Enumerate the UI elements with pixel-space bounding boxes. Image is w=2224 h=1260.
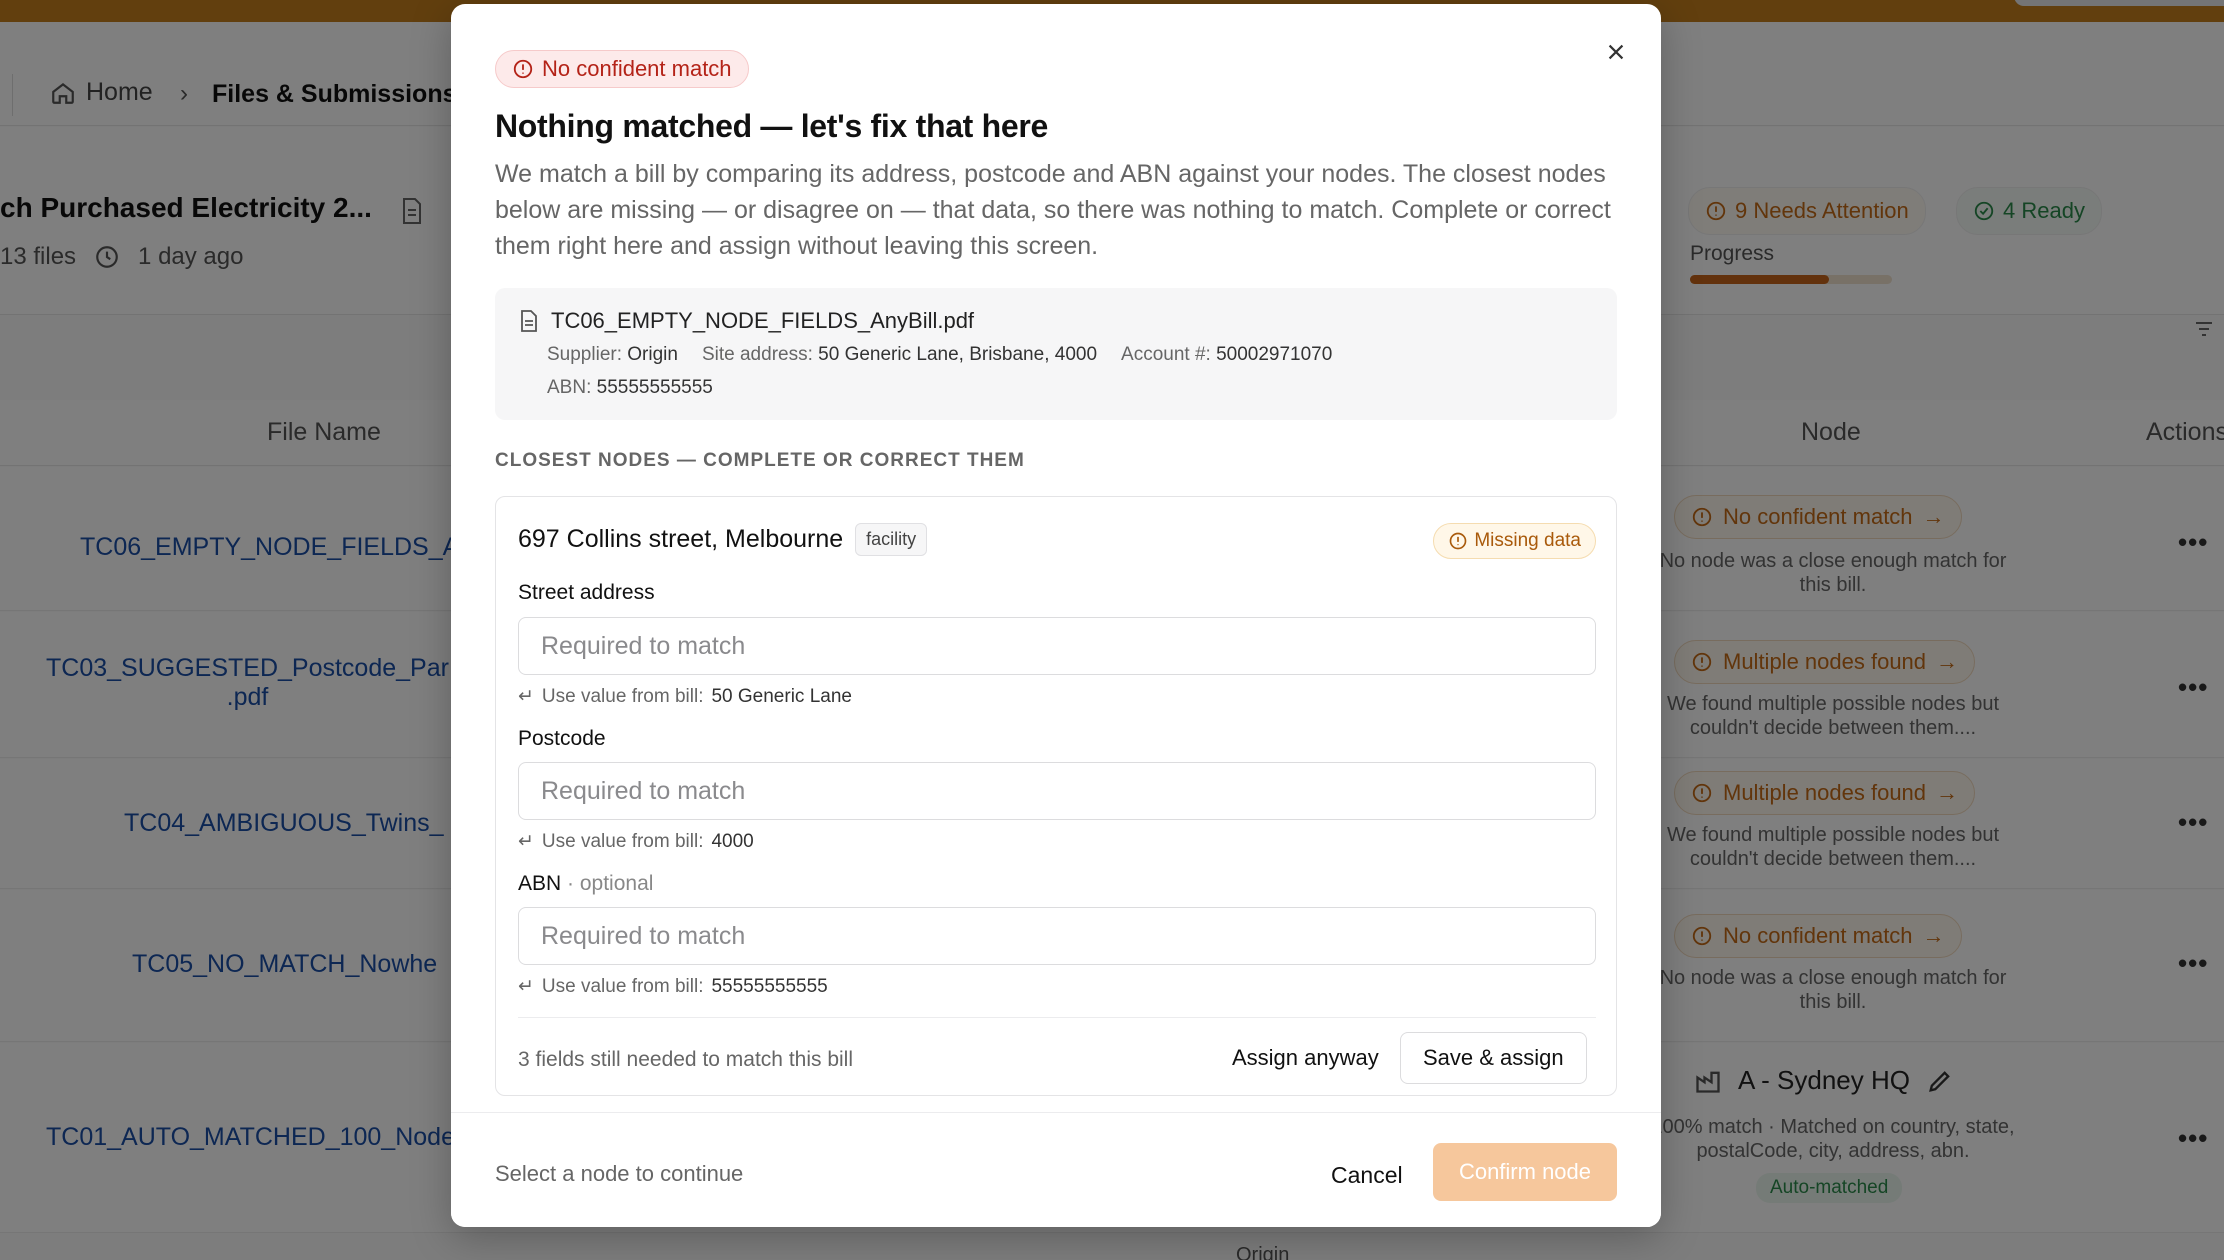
hint-value: 4000: [711, 830, 754, 852]
bill-file-card: TC06_EMPTY_NODE_FIELDS_AnyBill.pdf Suppl…: [495, 288, 1617, 420]
hint-label: Use value from bill:: [541, 685, 704, 707]
bill-site-address: Site address: 50 Generic Lane, Brisbane,…: [702, 344, 1097, 366]
fields-needed-text: 3 fields still needed to match this bill: [518, 1048, 854, 1071]
alert-circle-icon: [1449, 532, 1467, 550]
abn-input[interactable]: [518, 907, 1596, 965]
missing-data-badge: Missing data: [1433, 523, 1596, 559]
return-arrow-icon: ↵: [518, 976, 534, 997]
node-title: 697 Collins street, Melbourne: [518, 525, 844, 553]
street-use-bill-value[interactable]: ↵ Use value from bill: 50 Generic Lane: [518, 685, 852, 708]
closest-nodes-heading: CLOSEST NODES — COMPLETE OR CORRECT THEM: [495, 450, 1025, 471]
hint-value: 50 Generic Lane: [711, 685, 852, 707]
postcode-label: Postcode: [518, 727, 606, 750]
hint-value: 55555555555: [711, 975, 828, 997]
street-address-label: Street address: [518, 581, 655, 604]
bill-details: Supplier: Origin Site address: 50 Generi…: [547, 344, 1332, 366]
abn-label-text: ABN: [518, 872, 562, 895]
hint-label: Use value from bill:: [541, 975, 704, 997]
bill-supplier-value: Origin: [627, 344, 678, 365]
bill-supplier-label: Supplier:: [547, 344, 622, 365]
missing-data-label: Missing data: [1474, 530, 1581, 551]
bill-account-label: Account #:: [1121, 344, 1211, 365]
match-node-dialog: No confident match Nothing matched — let…: [451, 4, 1661, 1227]
dialog-footer: Select a node to continue Cancel Confirm…: [451, 1112, 1661, 1227]
bill-file-name-label: TC06_EMPTY_NODE_FIELDS_AnyBill.pdf: [551, 308, 975, 333]
postcode-use-bill-value[interactable]: ↵ Use value from bill: 4000: [518, 830, 754, 853]
node-card-footer: 3 fields still needed to match this bill…: [518, 1017, 1596, 1095]
bill-file-name: TC06_EMPTY_NODE_FIELDS_AnyBill.pdf: [519, 308, 974, 334]
bill-abn-value: 55555555555: [596, 377, 713, 398]
street-address-input[interactable]: [518, 617, 1596, 675]
cancel-button[interactable]: Cancel: [1311, 1147, 1423, 1203]
dialog-description: We match a bill by comparing its address…: [495, 160, 1611, 260]
node-card-header: 697 Collins street, Melbourne facility: [518, 523, 928, 556]
abn-optional-text: · optional: [567, 872, 654, 895]
bill-account-value: 50002971070: [1216, 344, 1333, 365]
bill-abn-label: ABN:: [547, 377, 592, 398]
abn-label: ABN · optional: [518, 872, 653, 896]
bill-site-label: Site address:: [701, 344, 813, 365]
bill-site-value: 50 Generic Lane, Brisbane, 4000: [818, 344, 1098, 365]
node-card: 697 Collins street, Melbourne facility M…: [495, 496, 1617, 1096]
return-arrow-icon: ↵: [518, 831, 534, 852]
dialog-title: Nothing matched — let's fix that here: [495, 108, 1049, 144]
node-type-tag: facility: [855, 523, 928, 556]
postcode-input[interactable]: [518, 762, 1596, 820]
no-match-badge: No confident match: [495, 50, 749, 88]
confirm-node-button[interactable]: Confirm node: [1433, 1143, 1617, 1201]
bill-account: Account #: 50002971070: [1121, 344, 1332, 366]
return-arrow-icon: ↵: [518, 686, 534, 707]
footer-hint: Select a node to continue: [495, 1161, 744, 1186]
document-icon: [521, 310, 537, 332]
assign-anyway-button[interactable]: Assign anyway: [1214, 1032, 1397, 1084]
close-icon[interactable]: [1598, 34, 1634, 70]
save-and-assign-button[interactable]: Save & assign: [1400, 1032, 1587, 1084]
no-match-badge-label: No confident match: [542, 56, 732, 81]
bill-abn: ABN: 55555555555: [547, 377, 713, 399]
hint-label: Use value from bill:: [541, 830, 704, 852]
abn-use-bill-value[interactable]: ↵ Use value from bill: 55555555555: [518, 975, 828, 998]
alert-circle-icon: [513, 59, 533, 79]
bill-supplier: Supplier: Origin: [547, 344, 678, 366]
